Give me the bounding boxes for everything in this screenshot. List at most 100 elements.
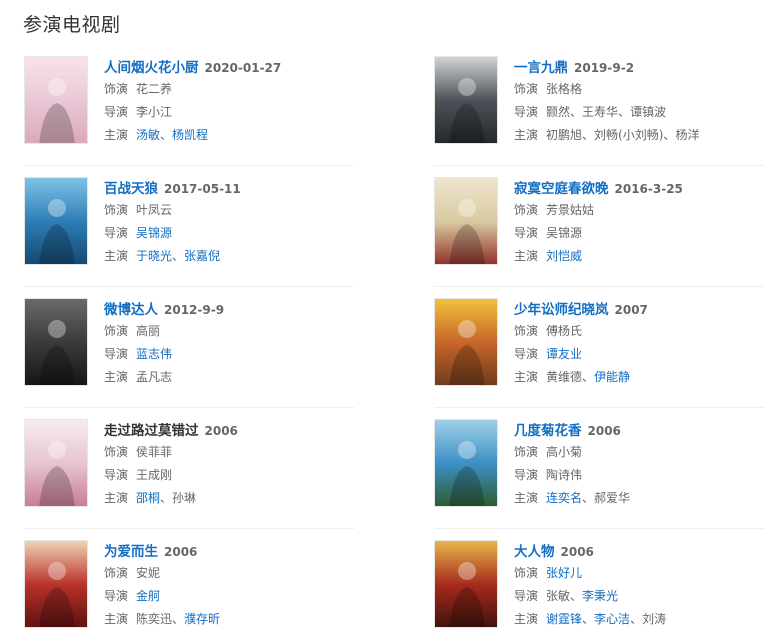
poster-image	[435, 541, 497, 627]
role-row-label: 饰演	[104, 445, 129, 459]
series-title-link[interactable]: 走过路过莫错过	[104, 423, 199, 439]
series-title-link[interactable]: 几度菊花香	[514, 423, 582, 439]
person-link[interactable]: 张好儿	[546, 566, 582, 580]
role-row: 饰演 高丽	[104, 320, 354, 343]
series-card: 为爱而生 2006 饰演 安妮 导演 金舸 主演 陈奕迅、濮存昕	[24, 540, 354, 630]
series-poster[interactable]	[24, 298, 88, 386]
title-line: 为爱而生 2006	[104, 540, 354, 562]
series-year: 2012-9-9	[164, 303, 225, 317]
series-poster[interactable]	[24, 177, 88, 265]
role-row-label: 饰演	[104, 324, 129, 338]
starring-row-label: 主演	[104, 370, 129, 384]
title-line: 少年讼师纪晓岚 2007	[514, 298, 764, 320]
person-link[interactable]: 吴锦源	[136, 226, 172, 240]
person-name: 花二养	[136, 82, 173, 96]
series-title-link[interactable]: 少年讼师纪晓岚	[514, 302, 609, 318]
title-line: 微博达人 2012-9-9	[104, 298, 354, 320]
series-poster[interactable]	[434, 419, 498, 507]
series-poster[interactable]	[24, 419, 88, 507]
series-poster[interactable]	[24, 540, 88, 628]
poster-image	[25, 57, 87, 143]
person-link[interactable]: 濮存昕	[184, 612, 220, 626]
series-year: 2006	[560, 545, 594, 559]
person-link[interactable]: 谭友业	[546, 347, 582, 361]
director-row: 导演 吴锦源	[514, 222, 764, 245]
person-name: 高小菊	[546, 445, 583, 459]
name-separator: 、	[570, 105, 583, 119]
person-link[interactable]: 李秉光	[582, 589, 618, 603]
person-name: 孟凡志	[136, 370, 173, 384]
person-name: 王成刚	[136, 468, 173, 482]
starring-row: 主演 于晓光、张嘉倪	[104, 245, 354, 268]
row-divider	[24, 528, 354, 529]
poster-image	[435, 57, 497, 143]
series-title-link[interactable]: 百战天狼	[104, 181, 158, 197]
person-link[interactable]: 金舸	[136, 589, 160, 603]
series-title-link[interactable]: 人间烟火花小厨	[104, 60, 199, 76]
name-separator: 、	[582, 612, 595, 626]
poster-image	[435, 299, 497, 385]
series-poster[interactable]	[434, 177, 498, 265]
name-separator: 、	[618, 105, 631, 119]
director-row-label: 导演	[104, 105, 129, 119]
person-name: 吴锦源	[546, 226, 583, 240]
series-poster[interactable]	[24, 56, 88, 144]
title-line: 人间烟火花小厨 2020-01-27	[104, 56, 354, 78]
person-link[interactable]: 汤敏	[136, 128, 160, 142]
person-name: 初鹏旭	[546, 128, 583, 142]
series-poster[interactable]	[434, 56, 498, 144]
series-year: 2006	[587, 424, 621, 438]
series-title-link[interactable]: 大人物	[514, 544, 555, 560]
row-divider	[24, 407, 354, 408]
name-separator: 、	[160, 128, 173, 142]
director-row: 导演 李小江	[104, 101, 354, 124]
name-separator: 、	[582, 128, 595, 142]
starring-row: 主演 谢霆锋、李心洁、刘涛	[514, 608, 764, 631]
director-row-label: 导演	[514, 589, 539, 603]
series-info: 一言九鼎 2019-9-2 饰演 张格格 导演 颢然、王寿华、谭镇波 主演 初鹏旭、刘畅(小刘…	[514, 56, 764, 147]
poster-image	[435, 420, 497, 506]
row-divider	[24, 286, 354, 287]
series-info: 几度菊花香 2006 饰演 高小菊 导演 陶诗伟 主演 连奕名、郝爱华	[514, 419, 764, 510]
person-name: 傅杨氏	[546, 324, 583, 338]
series-title-link[interactable]: 寂寞空庭春欲晚	[514, 181, 609, 197]
role-row: 饰演 芳景姑姑	[514, 199, 764, 222]
starring-row-label: 主演	[104, 249, 129, 263]
person-name: 黄维德	[546, 370, 583, 384]
person-link[interactable]: 于晓光	[136, 249, 172, 263]
name-separator: 、	[172, 249, 185, 263]
row-divider	[434, 165, 764, 166]
starring-row: 主演 初鹏旭、刘畅(小刘畅)、杨洋	[514, 124, 764, 147]
poster-image	[25, 178, 87, 264]
person-link[interactable]: 张嘉倪	[184, 249, 220, 263]
person-link[interactable]: 蓝志伟	[136, 347, 172, 361]
director-row-label: 导演	[514, 468, 539, 482]
person-link[interactable]: 李心洁	[594, 612, 630, 626]
title-line: 几度菊花香 2006	[514, 419, 764, 441]
series-title-link[interactable]: 为爱而生	[104, 544, 158, 560]
starring-row-label: 主演	[514, 612, 539, 626]
role-row: 饰演 张好儿	[514, 562, 764, 585]
series-poster[interactable]	[434, 540, 498, 628]
starring-row-label: 主演	[104, 128, 129, 142]
name-separator: 、	[582, 370, 595, 384]
series-title-link[interactable]: 微博达人	[104, 302, 158, 318]
series-info: 大人物 2006 饰演 张好儿 导演 张敏、李秉光 主演 谢霆锋、李心洁、刘涛	[514, 540, 764, 631]
person-link[interactable]: 伊能静	[594, 370, 630, 384]
series-card: 百战天狼 2017-05-11 饰演 叶凤云 导演 吴锦源 主演 于晓光、张嘉倪	[24, 177, 354, 267]
role-row: 饰演 高小菊	[514, 441, 764, 464]
filmography-section: 参演电视剧 人间烟火花小厨 2020-01-27 饰演 花二养 导演 李小江 主演 汤敏、杨凯…	[0, 0, 764, 643]
role-row-label: 饰演	[104, 82, 129, 96]
series-poster[interactable]	[434, 298, 498, 386]
series-info: 为爱而生 2006 饰演 安妮 导演 金舸 主演 陈奕迅、濮存昕	[104, 540, 354, 631]
person-link[interactable]: 刘恺威	[546, 249, 582, 263]
person-link[interactable]: 谢霆锋	[546, 612, 582, 626]
starring-row-label: 主演	[104, 491, 129, 505]
person-link[interactable]: 邵桐	[136, 491, 160, 505]
director-row-label: 导演	[514, 347, 539, 361]
starring-row-label: 主演	[514, 128, 539, 142]
person-link[interactable]: 杨凯程	[172, 128, 208, 142]
series-title-link[interactable]: 一言九鼎	[514, 60, 568, 76]
poster-image	[25, 299, 87, 385]
person-link[interactable]: 连奕名	[546, 491, 582, 505]
